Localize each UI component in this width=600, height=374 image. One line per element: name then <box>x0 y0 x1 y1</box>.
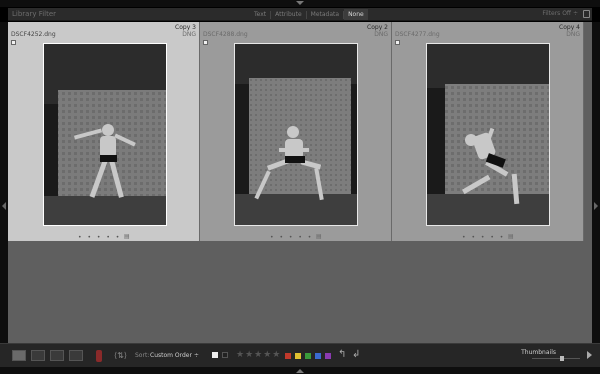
file-name: DSCF4252.dng <box>11 31 56 38</box>
library-filter-bar: Library Filter Text Attribute Metadata N… <box>8 8 592 21</box>
grid-view-icon[interactable] <box>12 350 26 361</box>
survey-view-icon[interactable] <box>69 350 83 361</box>
photo-image <box>235 44 357 225</box>
virtual-copy-label: Copy 3 <box>175 24 196 31</box>
filter-bar-title: Library Filter <box>12 10 57 18</box>
compare-view-icon[interactable] <box>50 350 64 361</box>
tab-text[interactable]: Text <box>250 9 270 20</box>
bottom-toolbar: ⟨⇅⟩ Sort: Custom Order ÷ ★★★★★ ↰ ↲ Thumb… <box>0 343 600 367</box>
thumbnail-size-knob[interactable] <box>560 356 564 361</box>
filter-presets-dropdown[interactable]: Filters Off ÷ <box>542 10 578 17</box>
virtual-copy-label: Copy 4 <box>559 24 580 31</box>
file-type: DNG <box>566 31 580 38</box>
sort-direction-icon[interactable]: ⟨⇅⟩ <box>114 351 127 363</box>
expand-left-arrow-icon <box>2 202 6 210</box>
grid-cell[interactable]: Copy 3 DSCF4252.dng DNG • • • • • ▤ <box>8 22 200 241</box>
rating-dots[interactable]: • • • • • <box>270 234 313 241</box>
flag-pick-icon[interactable] <box>212 352 218 358</box>
right-panel-toggle[interactable] <box>592 22 600 343</box>
top-panel-toggle[interactable] <box>0 0 600 7</box>
red-label-icon[interactable] <box>285 353 291 359</box>
toolbar-menu-icon[interactable] <box>587 351 592 359</box>
photo-image <box>44 44 166 225</box>
photo-thumbnail[interactable] <box>234 43 358 226</box>
grid-cell[interactable]: Copy 2 DSCF4288.dng DNG • • • • • ▤ <box>200 22 392 241</box>
bottom-panel-toggle[interactable] <box>0 367 600 374</box>
rotate-right-icon[interactable]: ↲ <box>352 349 360 361</box>
file-name: DSCF4277.dng <box>395 31 440 38</box>
lock-icon[interactable] <box>583 10 590 18</box>
photo-thumbnail[interactable] <box>43 43 167 226</box>
flag-icon[interactable] <box>395 40 400 45</box>
sort-label: Sort: <box>135 352 150 359</box>
left-panel-toggle[interactable] <box>0 22 8 343</box>
photo-image <box>427 44 549 225</box>
thumbnail-grid[interactable]: Copy 3 DSCF4252.dng DNG • • • • • ▤ Copy… <box>8 22 592 343</box>
expand-bottom-arrow-icon <box>296 369 304 373</box>
star-rating[interactable]: ★★★★★ <box>236 350 281 360</box>
spray-can-icon[interactable] <box>96 350 102 362</box>
file-type: DNG <box>182 31 196 38</box>
thumbnail-size-slider[interactable] <box>532 358 580 359</box>
file-name: DSCF4288.dng <box>203 31 248 38</box>
photo-thumbnail[interactable] <box>426 43 550 226</box>
yellow-label-icon[interactable] <box>295 353 301 359</box>
tab-none[interactable]: None <box>344 9 368 20</box>
flag-icon[interactable] <box>203 40 208 45</box>
sort-dropdown[interactable]: Custom Order ÷ <box>150 352 199 359</box>
loupe-view-icon[interactable] <box>31 350 45 361</box>
grid-cell[interactable]: Copy 4 DSCF4277.dng DNG • • • • • ▤ <box>392 22 584 241</box>
purple-label-icon[interactable] <box>325 353 331 359</box>
virtual-copy-label: Copy 2 <box>367 24 388 31</box>
tab-attribute[interactable]: Attribute <box>271 9 306 20</box>
blue-label-icon[interactable] <box>315 353 321 359</box>
green-label-icon[interactable] <box>305 353 311 359</box>
stack-icon: ▤ <box>124 233 130 240</box>
flag-icon[interactable] <box>11 40 16 45</box>
rating-dots[interactable]: • • • • • <box>462 234 505 241</box>
file-type: DNG <box>374 31 388 38</box>
filter-tabs: Text Attribute Metadata None <box>250 9 368 20</box>
stack-icon: ▤ <box>508 233 514 240</box>
stack-icon: ▤ <box>316 233 322 240</box>
rotate-left-icon[interactable]: ↰ <box>338 349 346 361</box>
tab-metadata[interactable]: Metadata <box>307 9 343 20</box>
expand-right-arrow-icon <box>594 202 598 210</box>
rating-dots[interactable]: • • • • • <box>78 234 121 241</box>
thumbnails-label: Thumbnails <box>521 349 556 356</box>
collapse-arrow-icon <box>296 1 304 5</box>
flag-reject-icon[interactable] <box>222 352 228 358</box>
